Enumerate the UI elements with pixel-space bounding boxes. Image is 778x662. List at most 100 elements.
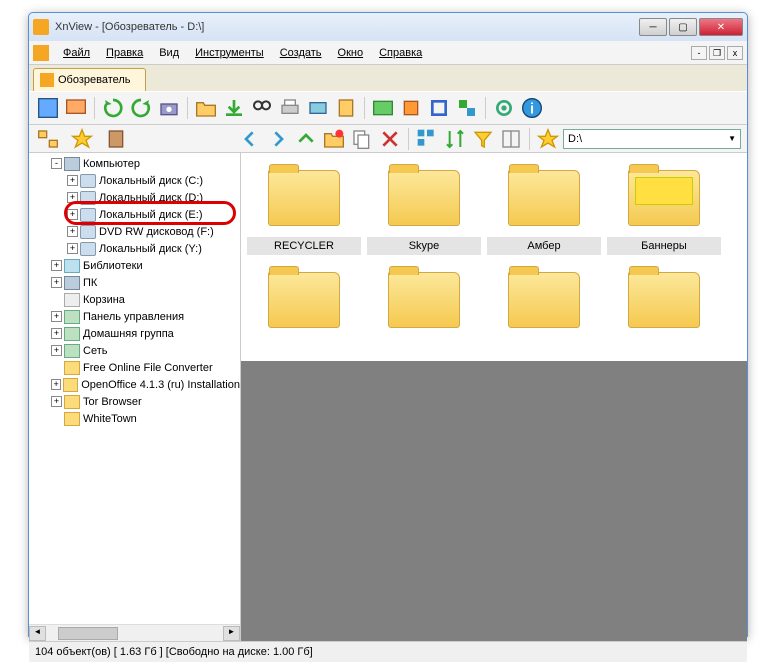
folder-icon — [388, 170, 460, 226]
expand-button[interactable]: + — [67, 226, 78, 237]
tree-label: Библиотеки — [83, 260, 143, 272]
crop-button[interactable] — [426, 95, 452, 121]
address-bar[interactable]: D:\ ▼ — [563, 129, 741, 149]
refresh-cw-button[interactable] — [100, 95, 126, 121]
drive-icon — [80, 225, 96, 239]
thumbnail-item[interactable]: RECYCLER — [247, 159, 361, 255]
settings-button[interactable] — [491, 95, 517, 121]
convert-button[interactable] — [454, 95, 480, 121]
star-button[interactable] — [535, 126, 561, 152]
expand-button[interactable]: - — [51, 158, 62, 169]
clipboard-button[interactable] — [333, 95, 359, 121]
expand-button[interactable]: + — [67, 209, 78, 220]
expand-button[interactable]: + — [51, 277, 62, 288]
tree-item[interactable]: -Компьютер — [29, 155, 240, 172]
scroll-right-button[interactable]: ► — [223, 626, 240, 641]
tree-item[interactable]: + Библиотеки — [29, 257, 240, 274]
tree-toggle-button[interactable] — [35, 126, 61, 152]
tree-label: Free Online File Converter — [83, 362, 213, 374]
tab-label: Обозреватель — [58, 74, 131, 86]
expand-button[interactable]: + — [67, 175, 78, 186]
expand-button[interactable]: + — [51, 260, 62, 271]
menu-window[interactable]: Окно — [330, 44, 372, 62]
image-button[interactable] — [370, 95, 396, 121]
thumbnail-item[interactable] — [247, 261, 361, 339]
tree-item[interactable]: Корзина — [29, 291, 240, 308]
mdi-close-button[interactable]: x — [727, 46, 743, 60]
tree-item[interactable]: +Локальный диск (E:) — [29, 206, 240, 223]
expand-button[interactable]: + — [51, 345, 62, 356]
view-mode-button[interactable] — [414, 126, 440, 152]
tree-item[interactable]: Free Online File Converter — [29, 359, 240, 376]
categories-button[interactable] — [103, 126, 129, 152]
address-dropdown-icon[interactable]: ▼ — [728, 134, 736, 143]
mdi-restore-button[interactable]: ❐ — [709, 46, 725, 60]
folder-icon — [628, 272, 700, 328]
up-button[interactable] — [293, 126, 319, 152]
menu-tools[interactable]: Инструменты — [187, 44, 272, 62]
favorites-button[interactable] — [69, 126, 95, 152]
menu-view[interactable]: Вид — [151, 44, 187, 62]
scanner-button[interactable] — [305, 95, 331, 121]
scroll-left-button[interactable]: ◄ — [29, 626, 46, 641]
print-button[interactable] — [277, 95, 303, 121]
thumbnail-item[interactable] — [367, 261, 481, 339]
open-button[interactable] — [193, 95, 219, 121]
scroll-thumb[interactable] — [58, 627, 118, 640]
tree-item[interactable]: +Сеть — [29, 342, 240, 359]
expand-button[interactable]: + — [51, 396, 62, 407]
tab-browser[interactable]: Обозреватель — [33, 68, 146, 91]
search-button[interactable] — [249, 95, 275, 121]
minimize-button[interactable]: ─ — [639, 18, 667, 36]
tree-item[interactable]: +ПК — [29, 274, 240, 291]
tree-label: Локальный диск (D:) — [99, 192, 203, 204]
back-button[interactable] — [237, 126, 263, 152]
tree-item[interactable]: +Панель управления — [29, 308, 240, 325]
expand-button[interactable]: + — [51, 379, 61, 390]
expand-button[interactable]: + — [67, 192, 78, 203]
refresh-ccw-button[interactable] — [128, 95, 154, 121]
mdi-minimize-button[interactable]: - — [691, 46, 707, 60]
menu-help[interactable]: Справка — [371, 44, 430, 62]
status-free: [Свободно на диске: 1.00 Гб] — [166, 646, 313, 658]
expand-button[interactable]: + — [51, 328, 62, 339]
new-folder-button[interactable] — [321, 126, 347, 152]
rotate-button[interactable] — [398, 95, 424, 121]
filter-button[interactable] — [470, 126, 496, 152]
tree-item[interactable]: +Локальный диск (C:) — [29, 172, 240, 189]
forward-button[interactable] — [265, 126, 291, 152]
net-icon — [64, 327, 80, 341]
menu-create[interactable]: Создать — [272, 44, 330, 62]
thumbnail-item[interactable] — [607, 261, 721, 339]
tree-item[interactable]: WhiteTown — [29, 410, 240, 427]
save-button[interactable] — [221, 95, 247, 121]
thumbnail-item[interactable]: Амбер — [487, 159, 601, 255]
tree-item[interactable]: +Домашняя группа — [29, 325, 240, 342]
sort-button[interactable] — [442, 126, 468, 152]
tree-scrollbar[interactable]: ◄ ► — [29, 624, 240, 641]
layout-button[interactable] — [498, 126, 524, 152]
fullscreen-button[interactable] — [35, 95, 61, 121]
close-button[interactable]: ✕ — [699, 18, 743, 36]
tree-item[interactable]: +Tor Browser — [29, 393, 240, 410]
tree-item[interactable]: + Локальный диск (D:) — [29, 189, 240, 206]
acquire-button[interactable] — [156, 95, 182, 121]
expand-button[interactable]: + — [51, 311, 62, 322]
drive-icon — [80, 242, 96, 256]
copy-button[interactable] — [349, 126, 375, 152]
expand-button[interactable]: + — [67, 243, 78, 254]
maximize-button[interactable]: ▢ — [669, 18, 697, 36]
tree-item[interactable]: +Локальный диск (Y:) — [29, 240, 240, 257]
thumbnail-item[interactable]: Баннеры — [607, 159, 721, 255]
info-button[interactable]: i — [519, 95, 545, 121]
delete-button[interactable] — [377, 126, 403, 152]
thumbnail-grid[interactable]: RECYCLERSkypeАмберБаннеры — [241, 153, 747, 361]
folder-tree[interactable]: -Компьютер+Локальный диск (C:)+Локальный… — [29, 153, 240, 624]
tree-item[interactable]: +OpenOffice 4.1.3 (ru) Installation — [29, 376, 240, 393]
slideshow-button[interactable] — [63, 95, 89, 121]
thumbnail-item[interactable]: Skype — [367, 159, 481, 255]
menu-edit[interactable]: Правка — [98, 44, 151, 62]
thumbnail-item[interactable] — [487, 261, 601, 339]
tree-item[interactable]: +DVD RW дисковод (F:) — [29, 223, 240, 240]
menu-file[interactable]: Файл — [55, 44, 98, 62]
